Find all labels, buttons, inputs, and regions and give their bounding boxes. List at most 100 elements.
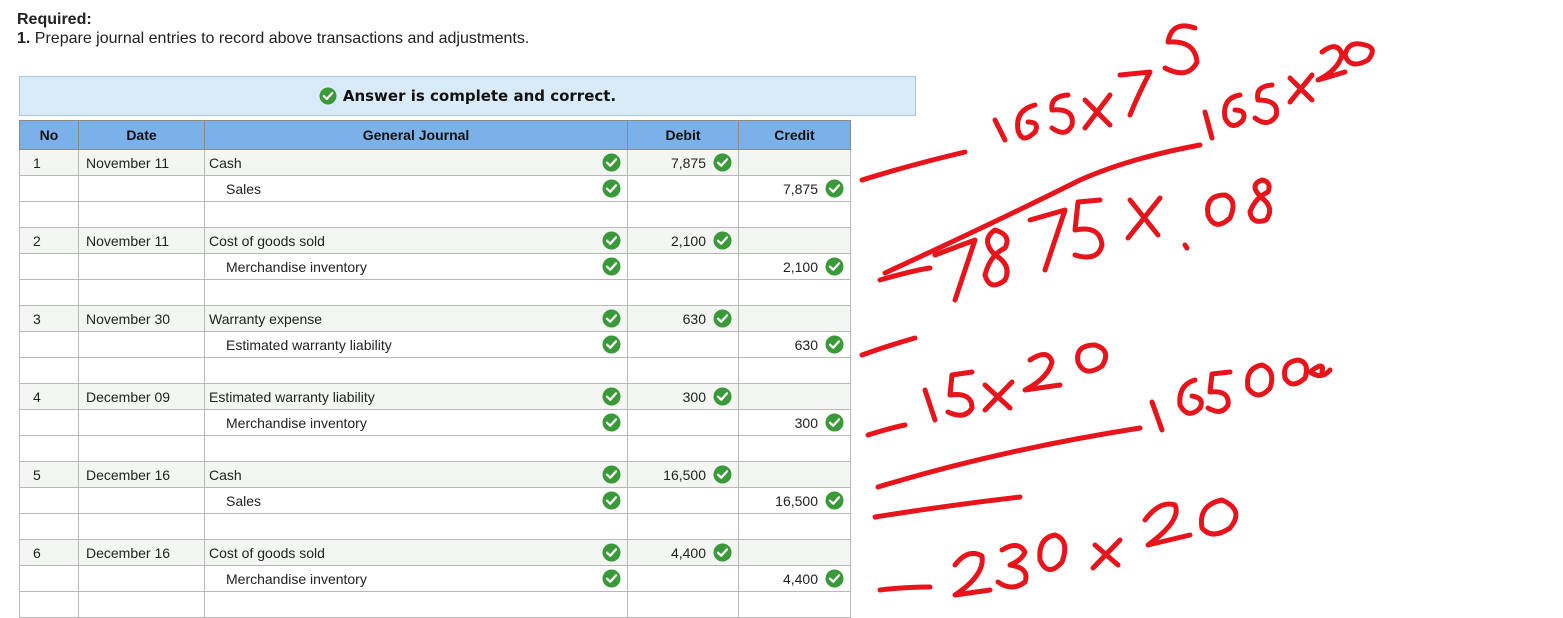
- credit-cell[interactable]: 300: [738, 409, 851, 436]
- blank-cell[interactable]: [204, 201, 628, 228]
- debit-cell[interactable]: [627, 331, 739, 358]
- debit-amount: 16,500: [663, 466, 706, 483]
- row-date: November 11: [78, 227, 205, 254]
- annotation-line: [859, 149, 968, 183]
- row-date: [78, 565, 205, 592]
- table-row: 5 December 16 Cash 16,500: [19, 461, 851, 488]
- debit-cell[interactable]: [627, 253, 739, 280]
- journal-account-cell[interactable]: Merchandise inventory: [204, 253, 628, 280]
- row-number: 4: [19, 383, 79, 410]
- blank-cell[interactable]: [738, 357, 851, 384]
- credit-cell[interactable]: 630: [738, 331, 851, 358]
- annotation-note-16500: [1149, 357, 1333, 433]
- journal-account-cell[interactable]: Sales: [204, 175, 628, 202]
- row-date: [78, 253, 205, 280]
- debit-cell[interactable]: [627, 487, 739, 514]
- journal-account-cell[interactable]: Cost of goods sold: [204, 539, 628, 566]
- credit-cell[interactable]: 2,100: [738, 253, 851, 280]
- journal-account-cell[interactable]: Merchandise inventory: [204, 409, 628, 436]
- row-date: December 09: [78, 383, 205, 410]
- table-row: 4 December 09 Estimated warranty liability…: [19, 383, 851, 410]
- blank-cell[interactable]: [627, 513, 739, 540]
- blank-cell[interactable]: [738, 513, 851, 540]
- check-circle-icon: [602, 491, 621, 513]
- row-date: November 11: [78, 149, 205, 176]
- row-date: November 30: [78, 305, 205, 332]
- blank-cell[interactable]: [738, 279, 851, 306]
- journal-account-cell[interactable]: Cash: [204, 461, 628, 488]
- account-name: Cash: [209, 466, 242, 483]
- blank-cell[interactable]: [204, 591, 628, 618]
- table-row: 2 November 11 Cost of goods sold 2,100: [19, 227, 851, 254]
- blank-cell: [19, 591, 79, 618]
- journal-account-cell[interactable]: Cost of goods sold: [204, 227, 628, 254]
- journal-body: 1 November 11 Cash 7,875 Sales 7,875 2 November…: [19, 149, 851, 618]
- col-date-header: Date: [78, 120, 205, 150]
- blank-cell[interactable]: [204, 357, 628, 384]
- credit-cell[interactable]: [738, 461, 851, 488]
- blank-row: [19, 435, 851, 462]
- table-row: Sales 7,875: [19, 175, 851, 202]
- row-number: [19, 175, 79, 202]
- row-number: [19, 565, 79, 592]
- blank-cell[interactable]: [204, 279, 628, 306]
- credit-cell[interactable]: [738, 383, 851, 410]
- blank-cell[interactable]: [738, 591, 851, 618]
- blank-cell[interactable]: [738, 435, 851, 462]
- annotation-line: [882, 142, 1203, 276]
- blank-cell[interactable]: [204, 435, 628, 462]
- credit-cell[interactable]: 7,875: [738, 175, 851, 202]
- blank-cell[interactable]: [738, 201, 851, 228]
- account-name: Estimated warranty liability: [209, 388, 375, 405]
- debit-cell[interactable]: 4,400: [627, 539, 739, 566]
- annotation-note-165x20: [1202, 41, 1375, 141]
- blank-row: [19, 513, 851, 540]
- annotation-line: [872, 494, 1023, 520]
- journal-account-cell[interactable]: Warranty expense: [204, 305, 628, 332]
- col-credit-header: Credit: [738, 120, 851, 150]
- blank-cell[interactable]: [627, 591, 739, 618]
- table-row: 6 December 16 Cost of goods sold 4,400: [19, 539, 851, 566]
- debit-amount: 630: [682, 310, 706, 327]
- account-name: Merchandise inventory: [226, 414, 367, 431]
- row-number: [19, 253, 79, 280]
- credit-cell[interactable]: [738, 539, 851, 566]
- debit-cell[interactable]: 7,875: [627, 149, 739, 176]
- annotation-line: [865, 422, 908, 438]
- journal-account-cell[interactable]: Merchandise inventory: [204, 565, 628, 592]
- blank-cell[interactable]: [627, 201, 739, 228]
- check-circle-icon: [602, 413, 621, 435]
- blank-cell: [78, 591, 205, 618]
- journal-account-cell[interactable]: Estimated warranty liability: [204, 331, 628, 358]
- blank-cell[interactable]: [627, 435, 739, 462]
- debit-cell[interactable]: [627, 565, 739, 592]
- account-name: Sales: [226, 492, 262, 509]
- blank-row: [19, 357, 851, 384]
- debit-cell[interactable]: [627, 175, 739, 202]
- row-number: [19, 487, 79, 514]
- row-date: [78, 487, 205, 514]
- check-circle-icon: [713, 543, 732, 565]
- table-row: 3 November 30 Warranty expense 630: [19, 305, 851, 332]
- journal-account-cell[interactable]: Cash: [204, 149, 628, 176]
- debit-cell[interactable]: 300: [627, 383, 739, 410]
- row-number: 5: [19, 461, 79, 488]
- debit-cell[interactable]: [627, 409, 739, 436]
- credit-cell[interactable]: [738, 305, 851, 332]
- blank-cell[interactable]: [627, 357, 739, 384]
- credit-cell[interactable]: 4,400: [738, 565, 851, 592]
- debit-cell[interactable]: 16,500: [627, 461, 739, 488]
- blank-cell: [78, 435, 205, 462]
- blank-cell[interactable]: [627, 279, 739, 306]
- credit-cell[interactable]: 16,500: [738, 487, 851, 514]
- table-row: Sales 16,500: [19, 487, 851, 514]
- credit-cell[interactable]: [738, 227, 851, 254]
- journal-account-cell[interactable]: Estimated warranty liability: [204, 383, 628, 410]
- debit-cell[interactable]: 2,100: [627, 227, 739, 254]
- col-journal-header: General Journal: [204, 120, 628, 150]
- journal-account-cell[interactable]: Sales: [204, 487, 628, 514]
- debit-cell[interactable]: 630: [627, 305, 739, 332]
- credit-amount: 300: [794, 414, 818, 431]
- credit-cell[interactable]: [738, 149, 851, 176]
- blank-cell[interactable]: [204, 513, 628, 540]
